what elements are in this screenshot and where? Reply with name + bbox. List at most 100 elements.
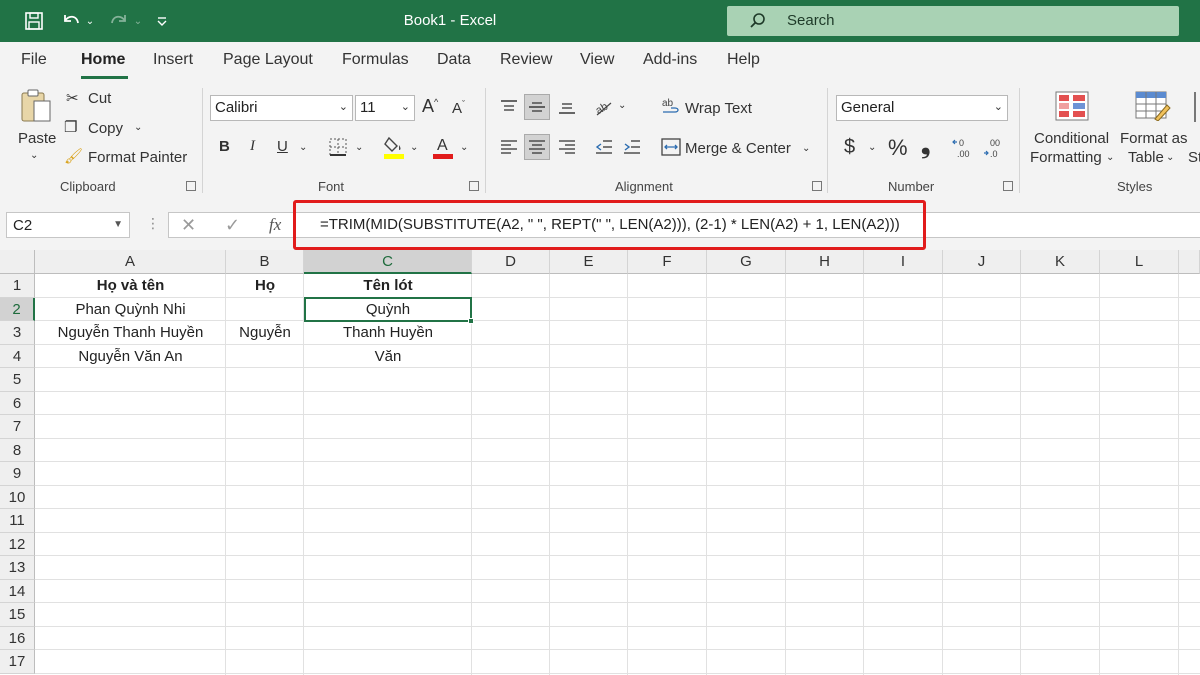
tab-review[interactable]: Review <box>500 51 552 69</box>
underline-button[interactable]: U <box>277 138 288 155</box>
column-header-m[interactable] <box>1179 250 1200 274</box>
tab-page-layout[interactable]: Page Layout <box>223 51 313 69</box>
increase-font-size-icon[interactable]: A^ <box>422 96 438 117</box>
copy-button[interactable]: Copy <box>88 120 123 137</box>
cut-icon[interactable]: ✂ <box>66 89 79 107</box>
name-box[interactable]: C2 ▼ <box>6 212 130 238</box>
column-header-c[interactable]: C <box>304 250 472 274</box>
borders-icon[interactable] <box>327 136 349 158</box>
paste-dropdown-icon[interactable]: ⌄ <box>30 150 38 161</box>
format-as-table-icon[interactable] <box>1134 90 1172 122</box>
decrease-indent-icon[interactable] <box>592 134 616 160</box>
number-launcher-icon[interactable] <box>1003 181 1013 191</box>
row-header-14[interactable]: 14 <box>0 579 35 603</box>
currency-dropdown-icon[interactable]: ⌄ <box>868 142 876 153</box>
row-header-1[interactable]: 1 <box>0 274 35 298</box>
increase-decimal-icon[interactable]: 0.00 <box>951 134 977 162</box>
clipboard-launcher-icon[interactable] <box>186 181 196 191</box>
paste-button[interactable]: Paste <box>18 130 56 147</box>
insert-function-button[interactable]: fx <box>269 215 281 235</box>
align-left-icon[interactable] <box>496 134 522 160</box>
align-top-icon[interactable] <box>496 94 522 120</box>
column-header-k[interactable]: K <box>1021 250 1100 274</box>
tab-add-ins[interactable]: Add-ins <box>643 51 697 69</box>
row-header-12[interactable]: 12 <box>0 532 35 556</box>
tab-home[interactable]: Home <box>81 51 125 69</box>
row-header-10[interactable]: 10 <box>0 485 35 509</box>
column-header-e[interactable]: E <box>550 250 628 274</box>
cell-styles-label[interactable]: St <box>1188 149 1200 166</box>
conditional-dropdown-icon[interactable]: ⌄ <box>1106 152 1114 163</box>
column-header-l[interactable]: L <box>1100 250 1179 274</box>
cancel-icon[interactable]: ✕ <box>181 215 196 236</box>
cell-b3[interactable]: Nguyễn <box>226 321 304 344</box>
increase-indent-icon[interactable] <box>620 134 644 160</box>
decrease-decimal-icon[interactable]: 00.0 <box>982 134 1008 162</box>
copy-icon[interactable]: ❐ <box>64 118 77 136</box>
column-header-g[interactable]: G <box>707 250 786 274</box>
row-header-17[interactable]: 17 <box>0 650 35 674</box>
orientation-dropdown-icon[interactable]: ⌄ <box>618 100 626 111</box>
comma-style-button[interactable]: ❟ <box>921 132 930 160</box>
cell-c3[interactable]: Thanh Huyền <box>304 321 472 344</box>
underline-dropdown-icon[interactable]: ⌄ <box>299 142 307 153</box>
align-middle-icon[interactable] <box>524 94 550 120</box>
merge-center-icon[interactable] <box>660 134 682 160</box>
cell-a4[interactable]: Nguyễn Văn An <box>35 345 226 368</box>
cell-styles-icon[interactable] <box>1194 92 1200 122</box>
column-header-b[interactable]: B <box>226 250 304 274</box>
row-header-5[interactable]: 5 <box>0 368 35 392</box>
fill-color-dropdown-icon[interactable]: ⌄ <box>410 142 418 153</box>
row-header-4[interactable]: 4 <box>0 344 35 368</box>
conditional-formatting-icon[interactable] <box>1054 90 1090 122</box>
alignment-launcher-icon[interactable] <box>812 181 822 191</box>
decrease-font-size-icon[interactable]: Aˇ <box>452 99 465 117</box>
italic-button[interactable]: I <box>250 138 255 155</box>
row-header-15[interactable]: 15 <box>0 603 35 627</box>
cell-a3[interactable]: Nguyễn Thanh Huyền <box>35 321 226 344</box>
bold-button[interactable]: B <box>219 138 230 155</box>
conditional-formatting-label2[interactable]: Formatting <box>1030 149 1102 166</box>
row-header-8[interactable]: 8 <box>0 438 35 462</box>
cell-a2[interactable]: Phan Quỳnh Nhi <box>35 298 226 321</box>
orientation-icon[interactable]: ab <box>592 94 616 120</box>
row-header-16[interactable]: 16 <box>0 626 35 650</box>
cell-b4[interactable] <box>226 345 304 368</box>
column-header-a[interactable]: A <box>35 250 226 274</box>
cell-b1[interactable]: Họ <box>226 274 304 297</box>
row-header-11[interactable]: 11 <box>0 509 35 533</box>
font-color-icon[interactable]: A <box>432 134 454 160</box>
font-launcher-icon[interactable] <box>469 181 479 191</box>
merge-dropdown-icon[interactable]: ⌄ <box>802 143 810 154</box>
cut-button[interactable]: Cut <box>88 90 111 107</box>
column-header-i[interactable]: I <box>864 250 943 274</box>
cell-c1[interactable]: Tên lót <box>304 274 472 297</box>
format-painter-button[interactable]: Format Painter <box>88 149 187 166</box>
worksheet-grid[interactable]: A B C D E F G H I J K L 1 2 3 4 5 6 7 8 9 10 11 12 1… <box>0 250 1200 675</box>
search-box[interactable]: Search <box>727 6 1179 36</box>
column-header-j[interactable]: J <box>943 250 1021 274</box>
align-center-icon[interactable] <box>524 134 550 160</box>
row-header-9[interactable]: 9 <box>0 462 35 486</box>
tab-formulas[interactable]: Formulas <box>342 51 409 69</box>
font-name-dropdown[interactable]: Calibri ⌄ <box>210 95 353 121</box>
row-header-13[interactable]: 13 <box>0 556 35 580</box>
column-header-h[interactable]: H <box>786 250 864 274</box>
cell-b2[interactable] <box>226 298 304 321</box>
wrap-text-button[interactable]: Wrap Text <box>685 100 752 117</box>
font-size-dropdown[interactable]: 11 ⌄ <box>355 95 415 121</box>
format-painter-icon[interactable]: 🖌 <box>64 147 83 165</box>
format-table-dropdown-icon[interactable]: ⌄ <box>1166 152 1174 163</box>
row-header-2[interactable]: 2 <box>0 297 35 321</box>
tab-help[interactable]: Help <box>727 51 760 69</box>
cell-a1[interactable]: Họ và tên <box>35 274 226 297</box>
row-header-7[interactable]: 7 <box>0 415 35 439</box>
font-color-dropdown-icon[interactable]: ⌄ <box>460 142 468 153</box>
number-format-dropdown[interactable]: General ⌄ <box>836 95 1008 121</box>
paste-icon[interactable] <box>14 86 58 126</box>
enter-icon[interactable]: ✓ <box>225 215 240 236</box>
wrap-text-icon[interactable]: ab <box>660 94 682 120</box>
tab-insert[interactable]: Insert <box>153 51 193 69</box>
align-right-icon[interactable] <box>554 134 580 160</box>
tab-data[interactable]: Data <box>437 51 471 69</box>
